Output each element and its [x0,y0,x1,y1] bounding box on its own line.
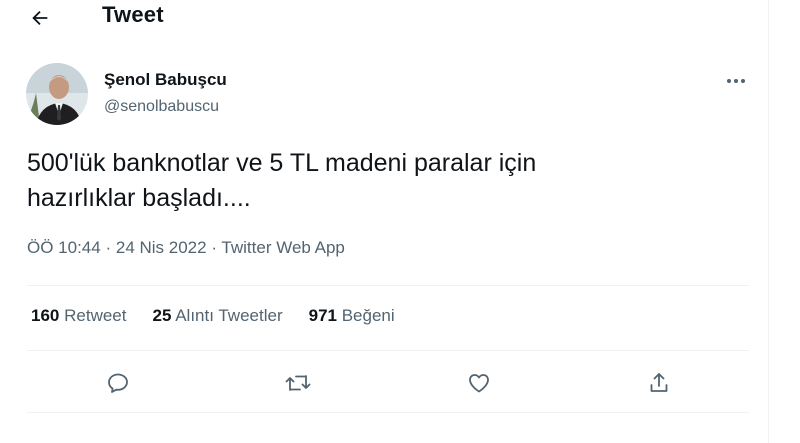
likes-stat[interactable]: 971 Beğeni [309,306,395,326]
top-bar: Tweet [0,0,768,40]
author-handle[interactable]: @senolbabuscu [104,98,219,116]
tweet-source[interactable]: Twitter Web App [221,238,344,257]
tweet-text-line: hazırlıklar başladı.... [27,184,251,212]
divider [27,285,749,286]
arrow-left-icon [29,7,51,29]
quotes-count: 25 [152,306,172,325]
tweet-meta: ÖÖ 10:44 · 24 Nis 2022 · Twitter Web App [27,238,345,258]
avatar[interactable] [26,63,88,125]
engagement-stats: 160 Retweet 25 Alıntı Tweetler 971 Beğen… [31,306,395,326]
meta-separator: · [211,238,217,257]
likes-label: Beğeni [341,306,395,325]
like-button[interactable] [464,368,494,398]
reply-icon [106,371,130,395]
more-button[interactable] [722,72,750,90]
quotes-stat[interactable]: 25 Alıntı Tweetler [152,306,282,326]
retweets-count: 160 [31,306,60,325]
back-button[interactable] [26,4,54,32]
retweet-icon [285,371,311,395]
page-title: Tweet [102,2,164,27]
tweet-time[interactable]: ÖÖ 10:44 [27,238,101,257]
divider [27,412,749,413]
retweets-label: Retweet [64,306,127,325]
column-border [768,0,769,443]
retweet-button[interactable] [283,368,313,398]
tweet-page: Tweet Şenol Babuşcu @senolbabuscu 500'lü… [0,0,800,443]
more-horizontal-icon [725,77,747,85]
reply-button[interactable] [103,368,133,398]
heart-icon [467,371,491,395]
share-button[interactable] [644,368,674,398]
tweet-date[interactable]: 24 Nis 2022 [116,238,207,257]
retweets-stat[interactable]: 160 Retweet [31,306,126,326]
tweet-text-line: 500'lük banknotlar ve 5 TL madeni parala… [27,149,537,177]
share-icon [647,371,671,395]
meta-separator: · [105,238,112,257]
tweet-text: 500'lük banknotlar ve 5 TL madeni parala… [27,146,727,216]
divider [27,350,749,351]
quotes-label: Alıntı Tweetler [175,306,283,325]
author-name[interactable]: Şenol Babuşcu [104,70,227,90]
likes-count: 971 [308,306,337,325]
